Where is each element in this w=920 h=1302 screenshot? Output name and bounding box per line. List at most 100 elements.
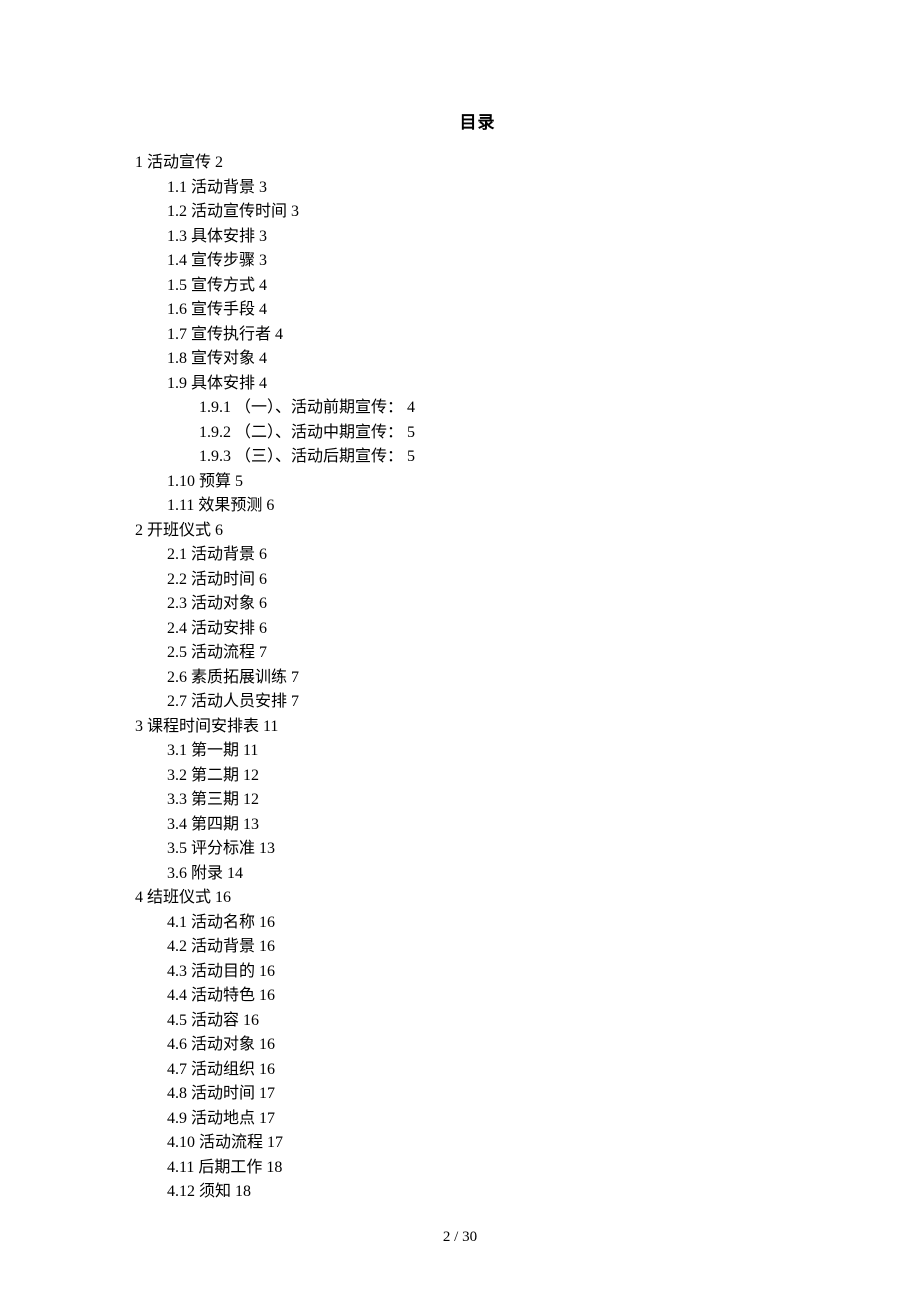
- toc-entry: 4.12 须知 18: [167, 1180, 820, 1205]
- toc-entry-number: 2.3: [167, 595, 187, 612]
- toc-entry-number: 2.1: [167, 546, 187, 563]
- toc-entry-text: 宣传对象: [191, 350, 255, 367]
- toc-entry: 4.8 活动时间 17: [167, 1082, 820, 1107]
- toc-entry: 2.7 活动人员安排 7: [167, 690, 820, 715]
- toc-entry-text: （三）、活动后期宣传：: [235, 448, 403, 465]
- toc-entry-page: 13: [259, 840, 275, 857]
- toc-entry-page: 5: [407, 448, 415, 465]
- toc-entry-number: 4.7: [167, 1061, 187, 1078]
- toc-entry-number: 2.4: [167, 620, 187, 637]
- toc-entry: 2.1 活动背景 6: [167, 543, 820, 568]
- toc-entry-text: 活动背景: [191, 546, 255, 563]
- toc-entry-text: 素质拓展训练: [191, 669, 287, 686]
- toc-entry-text: 第二期: [191, 767, 239, 784]
- toc-entry-page: 6: [266, 497, 274, 514]
- toc-entry: 1.8 宣传对象 4: [167, 347, 820, 372]
- toc-entry: 1.5 宣传方式 4: [167, 274, 820, 299]
- toc-entry: 1.3 具体安排 3: [167, 225, 820, 250]
- toc-entry: 3.6 附录 14: [167, 862, 820, 887]
- toc-entry: 2.3 活动对象 6: [167, 592, 820, 617]
- toc-entry-number: 2.6: [167, 669, 187, 686]
- toc-entry-text: 活动流程: [191, 644, 255, 661]
- toc-entry-page: 3: [259, 179, 267, 196]
- toc-entry-number: 1.9.1: [199, 399, 231, 416]
- toc-entry-text: 活动宣传: [147, 154, 211, 171]
- toc-entry-number: 3.1: [167, 742, 187, 759]
- document-page: 目录 1 活动宣传 21.1 活动背景 31.2 活动宣传时间 31.3 具体安…: [0, 0, 920, 1205]
- toc-entry-text: 宣传步骤: [191, 252, 255, 269]
- toc-entry-text: 活动人员安排: [191, 693, 287, 710]
- toc-entry-number: 4.10: [167, 1134, 195, 1151]
- toc-entry-page: 18: [235, 1183, 251, 1200]
- toc-entry-number: 2.5: [167, 644, 187, 661]
- toc-entry: 3.2 第二期 12: [167, 764, 820, 789]
- toc-entry: 1.9 具体安排 4: [167, 372, 820, 397]
- toc-entry-page: 7: [291, 669, 299, 686]
- toc-entry-text: 课程时间安排表: [147, 718, 259, 735]
- toc-entry-text: 活动容: [191, 1012, 239, 1029]
- toc-entry-text: 活动时间: [191, 571, 255, 588]
- toc-entry-number: 2.7: [167, 693, 187, 710]
- toc-entry-page: 3: [259, 252, 267, 269]
- toc-entry: 2.5 活动流程 7: [167, 641, 820, 666]
- toc-entry: 3.1 第一期 11: [167, 739, 820, 764]
- toc-entry: 3 课程时间安排表 11: [135, 715, 820, 740]
- toc-entry: 1 活动宣传 2: [135, 151, 820, 176]
- toc-entry: 1.6 宣传手段 4: [167, 298, 820, 323]
- toc-entry-page: 11: [263, 718, 278, 735]
- page-number: 2 / 30: [0, 1229, 920, 1246]
- toc-entry-text: 第一期: [191, 742, 239, 759]
- toc-entry-page: 2: [215, 154, 223, 171]
- toc-entry-page: 16: [259, 987, 275, 1004]
- toc-entry-page: 17: [267, 1134, 283, 1151]
- toc-entry-number: 1.8: [167, 350, 187, 367]
- toc-entry-page: 16: [259, 963, 275, 980]
- toc-entry-number: 3.3: [167, 791, 187, 808]
- toc-entry-text: 活动时间: [191, 1085, 255, 1102]
- toc-entry-number: 1.6: [167, 301, 187, 318]
- toc-entry-page: 16: [259, 1061, 275, 1078]
- toc-entry-page: 16: [243, 1012, 259, 1029]
- toc-entry: 4.11 后期工作 18: [167, 1156, 820, 1181]
- toc-entry-page: 5: [407, 424, 415, 441]
- toc-entry-number: 4.2: [167, 938, 187, 955]
- toc-entry-text: 宣传方式: [191, 277, 255, 294]
- toc-entry-text: 活动目的: [191, 963, 255, 980]
- toc-entry-text: 第三期: [191, 791, 239, 808]
- toc-entry-number: 2: [135, 522, 143, 539]
- toc-entry: 1.4 宣传步骤 3: [167, 249, 820, 274]
- toc-entry-text: （二）、活动中期宣传：: [235, 424, 403, 441]
- toc-entry-page: 16: [215, 889, 231, 906]
- toc-entry: 1.1 活动背景 3: [167, 176, 820, 201]
- toc-entry-page: 17: [259, 1085, 275, 1102]
- toc-entry-number: 4.4: [167, 987, 187, 1004]
- toc-entry: 4.5 活动容 16: [167, 1009, 820, 1034]
- toc-entry-page: 4: [259, 277, 267, 294]
- toc-entry-number: 1.1: [167, 179, 187, 196]
- toc-entry-text: 活动组织: [191, 1061, 255, 1078]
- toc-entry: 4.1 活动名称 16: [167, 911, 820, 936]
- toc-entry: 2.4 活动安排 6: [167, 617, 820, 642]
- toc-entry-page: 7: [259, 644, 267, 661]
- toc-title: 目录: [135, 108, 820, 133]
- toc-entry-number: 1.9.2: [199, 424, 231, 441]
- toc-entry: 4.10 活动流程 17: [167, 1131, 820, 1156]
- toc-entry-text: 效果预测: [198, 497, 262, 514]
- toc-entry-number: 4.12: [167, 1183, 195, 1200]
- toc-entry-text: 预算: [199, 473, 231, 490]
- toc-entry: 4.2 活动背景 16: [167, 935, 820, 960]
- toc-entry-text: 评分标准: [191, 840, 255, 857]
- toc-entry-number: 1.11: [167, 497, 194, 514]
- toc-entry-number: 1: [135, 154, 143, 171]
- toc-entry-number: 1.5: [167, 277, 187, 294]
- toc-entry-page: 5: [235, 473, 243, 490]
- toc-entry: 4.4 活动特色 16: [167, 984, 820, 1009]
- toc-entry-text: 宣传手段: [191, 301, 255, 318]
- toc-entry: 1.9.2 （二）、活动中期宣传： 5: [199, 421, 820, 446]
- toc-entry-number: 1.10: [167, 473, 195, 490]
- toc-entry-text: 具体安排: [191, 375, 255, 392]
- toc-entry-number: 1.4: [167, 252, 187, 269]
- toc-entry-page: 16: [259, 938, 275, 955]
- toc-entry-page: 12: [243, 767, 259, 784]
- toc-entry: 1.2 活动宣传时间 3: [167, 200, 820, 225]
